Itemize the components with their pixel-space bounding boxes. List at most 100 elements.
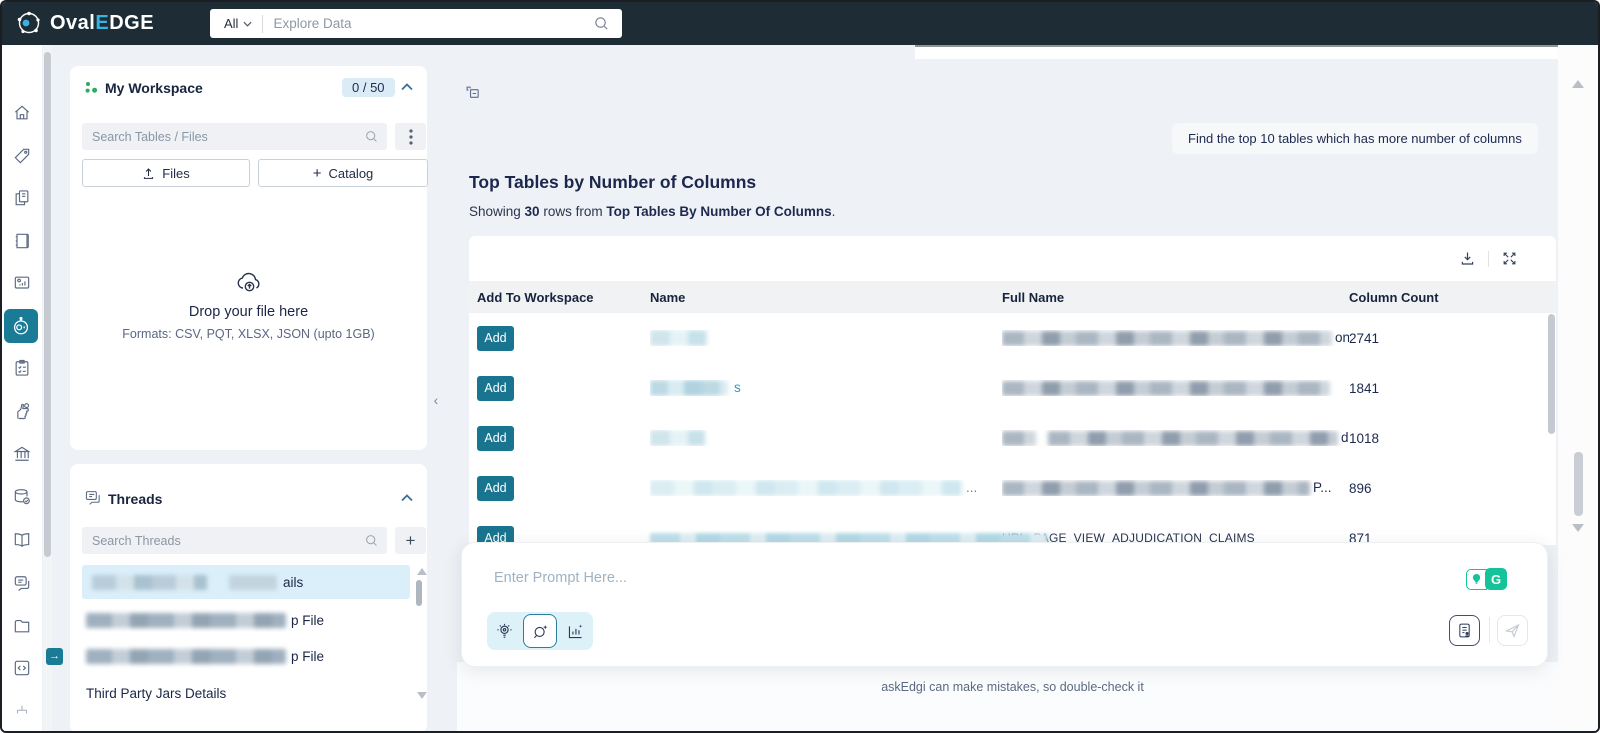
rail-home-icon[interactable]: [8, 99, 36, 127]
rail-tag-icon[interactable]: [8, 142, 36, 170]
send-icon[interactable]: [1497, 615, 1528, 646]
rail-collaboration-icon[interactable]: [8, 569, 36, 597]
workspace-title: My Workspace: [105, 80, 203, 96]
page-scroll-up-icon[interactable]: [1572, 80, 1584, 88]
prompt-card: G: [461, 542, 1548, 667]
table-row: Add d... 1018: [469, 413, 1556, 464]
table-scrollbar-thumb[interactable]: [1548, 314, 1555, 434]
prompt-input[interactable]: [492, 569, 1376, 587]
my-workspace-panel: My Workspace 0 / 50 Files + Catalog Drop…: [70, 66, 428, 450]
analytics-chart-icon[interactable]: [566, 622, 585, 641]
rail-query-icon[interactable]: [8, 654, 36, 682]
thread-list-scroll-up-icon[interactable]: [417, 568, 427, 575]
redacted-text: [650, 380, 728, 397]
ovaledge-logo-icon: [16, 10, 42, 36]
result-title: Top Tables by Number of Columns: [469, 172, 757, 192]
report-document-icon[interactable]: [1449, 615, 1480, 646]
redacted-text: [92, 574, 207, 590]
result-table-card: Add To Workspace Name Full Name Column C…: [469, 236, 1556, 545]
user-message-bubble: Find the top 10 tables which has more nu…: [1172, 123, 1538, 154]
rail-certify-docs-icon[interactable]: [8, 184, 36, 212]
download-icon[interactable]: [1459, 250, 1476, 267]
rail-reports-icon[interactable]: [8, 269, 36, 297]
thread-item[interactable]: p File: [82, 603, 410, 637]
explore-data-input[interactable]: [263, 16, 594, 31]
right-gutter: [1558, 45, 1598, 731]
workspace-search-input[interactable]: [82, 129, 365, 144]
table-header-row: Add To Workspace Name Full Name Column C…: [469, 281, 1556, 313]
rail-governance-icon[interactable]: [8, 440, 36, 468]
page-scrollbar-thumb[interactable]: [1574, 452, 1583, 516]
redacted-text: [650, 480, 962, 497]
files-upload-button[interactable]: Files: [82, 159, 250, 187]
redacted-text: [1002, 480, 1310, 496]
thread-item[interactable]: p File: [82, 639, 410, 673]
table-fullname: [1002, 380, 1349, 396]
threads-title: Threads: [108, 491, 163, 507]
rail-glossary-icon[interactable]: [8, 526, 36, 554]
add-to-workspace-button[interactable]: Add: [477, 375, 514, 401]
thread-list-scroll-down-icon[interactable]: [417, 692, 427, 699]
panel-collapse-handle[interactable]: ‹: [429, 386, 443, 414]
redacted-text: [1002, 330, 1332, 346]
search-icon: [365, 534, 387, 547]
rail-scrollbar-thumb[interactable]: [44, 52, 51, 557]
rail-askedgi-icon[interactable]: [4, 309, 38, 343]
col-header: Column Count: [1349, 289, 1439, 305]
copy-collapse-icon[interactable]: [465, 85, 482, 102]
ai-search-icon[interactable]: [523, 614, 557, 648]
new-thread-button[interactable]: +: [395, 527, 426, 554]
table-fullname: P...: [1002, 480, 1349, 496]
workspace-collapse-chevron-icon[interactable]: [401, 83, 413, 91]
dropzone-formats: Formats: CSV, PQT, XLSX, JSON (upto 1GB): [122, 327, 375, 341]
rail-approvals-icon[interactable]: [8, 397, 36, 425]
dropzone-title: Drop your file here: [188, 304, 309, 320]
grammarly-g-icon: G: [1485, 568, 1507, 590]
add-to-workspace-button[interactable]: Add: [477, 425, 514, 451]
thread-item[interactable]: Third Party Jars Details: [82, 676, 410, 710]
workspace-cluster-icon: [85, 81, 98, 94]
left-icon-rail: [2, 45, 42, 731]
column-count-value: 1018: [1349, 430, 1380, 446]
threads-search: [82, 527, 387, 554]
table-name-link[interactable]: [650, 430, 1002, 447]
table-fullname: ont...: [1002, 330, 1349, 346]
table-name-link[interactable]: [650, 330, 1002, 347]
table-row: Add URL_PAGE_VIEW_ADJUDICATION_CLAIMS 87…: [469, 513, 1556, 545]
rail-notebook-icon[interactable]: [8, 227, 36, 255]
expand-fullscreen-icon[interactable]: [1501, 250, 1518, 267]
result-subtitle: Showing 30 rows from Top Tables By Numbe…: [469, 204, 836, 219]
table-name-link[interactable]: ...: [650, 480, 1002, 497]
page-scroll-down-icon[interactable]: [1572, 524, 1584, 532]
rail-expand-button[interactable]: →: [46, 648, 63, 665]
add-to-workspace-button[interactable]: Add: [477, 475, 514, 501]
search-icon[interactable]: [594, 16, 622, 31]
add-catalog-button[interactable]: + Catalog: [258, 159, 428, 187]
table-row: Add s 1841: [469, 363, 1556, 414]
thread-item[interactable]: ails: [82, 565, 410, 599]
search-scope-dropdown[interactable]: All: [210, 16, 262, 31]
brand-name: OvalEDGE: [50, 11, 155, 34]
thread-list-scrollbar-thumb[interactable]: [416, 580, 422, 606]
grammarly-widget[interactable]: G: [1466, 568, 1507, 590]
threads-search-input[interactable]: [82, 533, 365, 548]
brand-logo[interactable]: OvalEDGE: [16, 10, 154, 36]
add-to-workspace-button[interactable]: Add: [477, 325, 514, 351]
idea-bulb-icon[interactable]: [495, 622, 514, 641]
redacted-text: [86, 648, 286, 664]
workspace-kebab-menu-icon[interactable]: [395, 123, 426, 150]
rail-files-icon[interactable]: [8, 612, 36, 640]
workspace-search: [82, 123, 387, 150]
column-count-value: 896: [1349, 480, 1372, 496]
threads-collapse-chevron-icon[interactable]: [401, 494, 413, 502]
table-name-link[interactable]: s: [650, 380, 1002, 397]
rail-data-health-icon[interactable]: [8, 483, 36, 511]
redacted-text: [650, 330, 707, 347]
disclaimer-text: askEdgi can make mistakes, so double-che…: [881, 680, 1144, 694]
top-navbar: OvalEDGE All: [2, 2, 1598, 45]
rail-tasks-icon[interactable]: [8, 354, 36, 382]
file-dropzone[interactable]: Drop your file here Formats: CSV, PQT, X…: [70, 271, 427, 341]
table-row: Add ... P... 896: [469, 463, 1556, 514]
app-window: OvalEDGE All →: [0, 0, 1600, 733]
rail-more-icon[interactable]: [8, 697, 36, 725]
